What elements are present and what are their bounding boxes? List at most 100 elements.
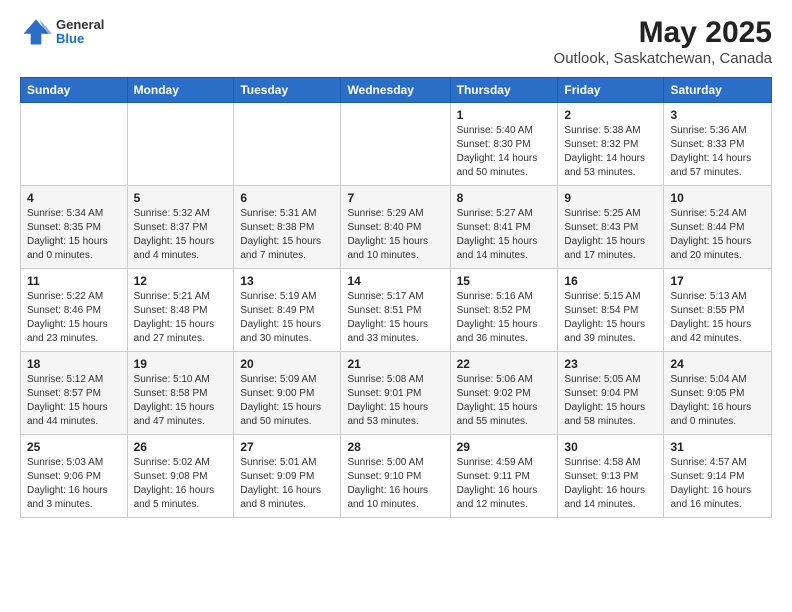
day-info: Sunrise: 5:10 AM Sunset: 8:58 PM Dayligh… (134, 373, 228, 429)
day-cell (341, 103, 450, 186)
day-header-friday: Friday (558, 78, 664, 103)
day-cell: 27Sunrise: 5:01 AM Sunset: 9:09 PM Dayli… (234, 435, 341, 518)
day-header-thursday: Thursday (450, 78, 558, 103)
day-number: 23 (564, 357, 657, 371)
day-header-saturday: Saturday (664, 78, 772, 103)
day-info: Sunrise: 4:57 AM Sunset: 9:14 PM Dayligh… (670, 456, 765, 512)
day-number: 6 (240, 191, 334, 205)
day-number: 31 (670, 440, 765, 454)
logo: General Blue (20, 16, 104, 48)
day-header-wednesday: Wednesday (341, 78, 450, 103)
day-cell: 19 Sunrise: 5:10 AM Sunset: 8:58 PM Dayli… (127, 352, 234, 435)
calendar-subtitle: Outlook, Saskatchewan, Canada (554, 50, 772, 67)
day-info: Sunrise: 5:00 AM Sunset: 9:10 PM Dayligh… (347, 456, 443, 512)
day-info: Sunrise: 5:32 AM Sunset: 8:37 PM Dayligh… (134, 207, 228, 263)
day-info: Sunrise: 5:38 AM Sunset: 8:32 PM Dayligh… (564, 124, 657, 180)
day-info: Sunrise: 5:22 AM Sunset: 8:46 PM Dayligh… (27, 290, 121, 346)
day-number: 10 (670, 191, 765, 205)
day-cell: 9 Sunrise: 5:25 AM Sunset: 8:43 PM Daylig… (558, 186, 664, 269)
day-info: Sunrise: 5:17 AM Sunset: 8:51 PM Dayligh… (347, 290, 443, 346)
day-info: Sunrise: 5:05 AM Sunset: 9:04 PM Dayligh… (564, 373, 657, 429)
day-cell: 21 Sunrise: 5:08 AM Sunset: 9:01 PM Dayli… (341, 352, 450, 435)
day-cell: 7Sunrise: 5:29 AM Sunset: 8:40 PM Daylig… (341, 186, 450, 269)
day-number: 28 (347, 440, 443, 454)
day-cell: 17 Sunrise: 5:13 AM Sunset: 8:55 PM Dayli… (664, 269, 772, 352)
day-cell: 4 Sunrise: 5:34 AM Sunset: 8:35 PM Daylig… (21, 186, 128, 269)
day-number: 5 (134, 191, 228, 205)
day-cell: 22Sunrise: 5:06 AM Sunset: 9:02 PM Dayli… (450, 352, 558, 435)
week-row-2: 4 Sunrise: 5:34 AM Sunset: 8:35 PM Daylig… (21, 186, 772, 269)
day-number: 24 (670, 357, 765, 371)
day-info: Sunrise: 5:03 AM Sunset: 9:06 PM Dayligh… (27, 456, 121, 512)
day-cell: 13Sunrise: 5:19 AM Sunset: 8:49 PM Dayli… (234, 269, 341, 352)
day-cell: 26Sunrise: 5:02 AM Sunset: 9:08 PM Dayli… (127, 435, 234, 518)
day-cell: 11 Sunrise: 5:22 AM Sunset: 8:46 PM Dayli… (21, 269, 128, 352)
week-row-4: 18Sunrise: 5:12 AM Sunset: 8:57 PM Dayli… (21, 352, 772, 435)
day-cell: 6 Sunrise: 5:31 AM Sunset: 8:38 PM Daylig… (234, 186, 341, 269)
day-number: 8 (457, 191, 552, 205)
day-info: Sunrise: 5:13 AM Sunset: 8:55 PM Dayligh… (670, 290, 765, 346)
day-number: 30 (564, 440, 657, 454)
day-info: Sunrise: 5:08 AM Sunset: 9:01 PM Dayligh… (347, 373, 443, 429)
day-header-tuesday: Tuesday (234, 78, 341, 103)
day-cell: 18Sunrise: 5:12 AM Sunset: 8:57 PM Dayli… (21, 352, 128, 435)
day-number: 1 (457, 108, 552, 122)
day-number: 29 (457, 440, 552, 454)
day-cell: 31 Sunrise: 4:57 AM Sunset: 9:14 PM Dayli… (664, 435, 772, 518)
day-cell (127, 103, 234, 186)
day-cell: 24 Sunrise: 5:04 AM Sunset: 9:05 PM Dayli… (664, 352, 772, 435)
header-row: SundayMondayTuesdayWednesdayThursdayFrid… (21, 78, 772, 103)
day-cell: 30Sunrise: 4:58 AM Sunset: 9:13 PM Dayli… (558, 435, 664, 518)
day-number: 17 (670, 274, 765, 288)
day-info: Sunrise: 5:21 AM Sunset: 8:48 PM Dayligh… (134, 290, 228, 346)
day-info: Sunrise: 5:34 AM Sunset: 8:35 PM Dayligh… (27, 207, 121, 263)
day-number: 4 (27, 191, 121, 205)
page: General Blue May 2025 Outlook, Saskatche… (0, 0, 792, 534)
day-info: Sunrise: 5:06 AM Sunset: 9:02 PM Dayligh… (457, 373, 552, 429)
day-number: 14 (347, 274, 443, 288)
day-header-monday: Monday (127, 78, 234, 103)
day-header-sunday: Sunday (21, 78, 128, 103)
logo-text: General Blue (56, 18, 104, 47)
day-number: 20 (240, 357, 334, 371)
week-row-5: 25 Sunrise: 5:03 AM Sunset: 9:06 PM Dayli… (21, 435, 772, 518)
day-cell: 2 Sunrise: 5:38 AM Sunset: 8:32 PM Daylig… (558, 103, 664, 186)
day-cell (234, 103, 341, 186)
day-info: Sunrise: 5:04 AM Sunset: 9:05 PM Dayligh… (670, 373, 765, 429)
day-number: 2 (564, 108, 657, 122)
day-cell: 1 Sunrise: 5:40 AM Sunset: 8:30 PM Daylig… (450, 103, 558, 186)
day-number: 15 (457, 274, 552, 288)
day-number: 9 (564, 191, 657, 205)
day-cell (21, 103, 128, 186)
day-number: 3 (670, 108, 765, 122)
day-info: Sunrise: 5:15 AM Sunset: 8:54 PM Dayligh… (564, 290, 657, 346)
day-cell: 8 Sunrise: 5:27 AM Sunset: 8:41 PM Daylig… (450, 186, 558, 269)
day-number: 11 (27, 274, 121, 288)
day-cell: 23 Sunrise: 5:05 AM Sunset: 9:04 PM Dayli… (558, 352, 664, 435)
day-cell: 16Sunrise: 5:15 AM Sunset: 8:54 PM Dayli… (558, 269, 664, 352)
week-row-3: 11 Sunrise: 5:22 AM Sunset: 8:46 PM Dayli… (21, 269, 772, 352)
day-number: 25 (27, 440, 121, 454)
day-number: 19 (134, 357, 228, 371)
day-cell: 29Sunrise: 4:59 AM Sunset: 9:11 PM Dayli… (450, 435, 558, 518)
logo-general: General (56, 18, 104, 32)
logo-blue: Blue (56, 32, 104, 46)
day-info: Sunrise: 5:31 AM Sunset: 8:38 PM Dayligh… (240, 207, 334, 263)
day-cell: 28 Sunrise: 5:00 AM Sunset: 9:10 PM Dayli… (341, 435, 450, 518)
day-number: 21 (347, 357, 443, 371)
day-info: Sunrise: 5:16 AM Sunset: 8:52 PM Dayligh… (457, 290, 552, 346)
day-info: Sunrise: 5:25 AM Sunset: 8:43 PM Dayligh… (564, 207, 657, 263)
day-cell: 20 Sunrise: 5:09 AM Sunset: 9:00 PM Dayli… (234, 352, 341, 435)
day-number: 27 (240, 440, 334, 454)
calendar-table: SundayMondayTuesdayWednesdayThursdayFrid… (20, 77, 772, 518)
title-area: May 2025 Outlook, Saskatchewan, Canada (554, 16, 772, 67)
day-info: Sunrise: 5:40 AM Sunset: 8:30 PM Dayligh… (457, 124, 552, 180)
day-cell: 12Sunrise: 5:21 AM Sunset: 8:48 PM Dayli… (127, 269, 234, 352)
day-info: Sunrise: 5:02 AM Sunset: 9:08 PM Dayligh… (134, 456, 228, 512)
logo-icon (20, 16, 52, 48)
day-cell: 3Sunrise: 5:36 AM Sunset: 8:33 PM Daylig… (664, 103, 772, 186)
day-info: Sunrise: 5:24 AM Sunset: 8:44 PM Dayligh… (670, 207, 765, 263)
day-info: Sunrise: 5:27 AM Sunset: 8:41 PM Dayligh… (457, 207, 552, 263)
day-cell: 5 Sunrise: 5:32 AM Sunset: 8:37 PM Daylig… (127, 186, 234, 269)
day-info: Sunrise: 5:09 AM Sunset: 9:00 PM Dayligh… (240, 373, 334, 429)
